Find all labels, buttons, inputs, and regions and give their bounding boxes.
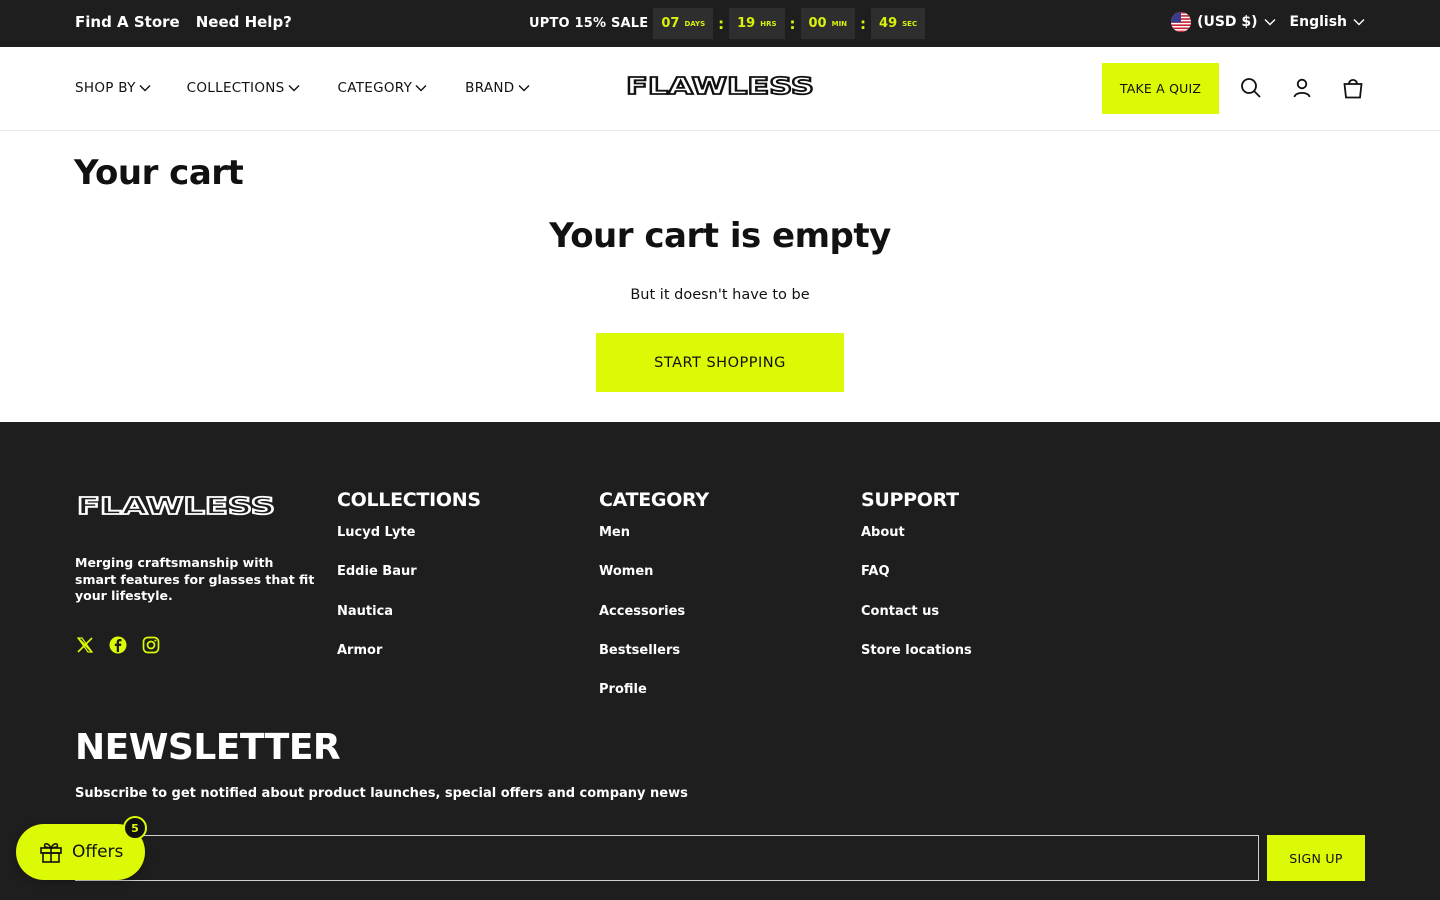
seconds-unit: SEC bbox=[902, 19, 918, 28]
footer-link[interactable]: Armor bbox=[337, 643, 481, 682]
sign-up-button[interactable]: SIGN UP bbox=[1267, 835, 1365, 881]
start-shopping-button[interactable]: START SHOPPING bbox=[596, 333, 844, 392]
footer-link[interactable]: Profile bbox=[599, 682, 709, 721]
sale-label: UPTO 15% SALE bbox=[529, 16, 649, 31]
hours-unit: HRS bbox=[760, 19, 777, 28]
footer-link[interactable]: About bbox=[861, 525, 972, 564]
countdown-seconds: 49 SEC bbox=[871, 8, 926, 39]
footer-link[interactable]: FAQ bbox=[861, 564, 972, 603]
nav-label: SHOP BY bbox=[75, 80, 136, 96]
currency-selector[interactable]: (USD $) bbox=[1171, 12, 1276, 32]
footer-column-title: CATEGORY bbox=[599, 489, 709, 511]
locale-selectors: (USD $) English bbox=[1171, 12, 1365, 32]
days-unit: DAYS bbox=[684, 19, 706, 28]
footer-link[interactable]: Store locations bbox=[861, 643, 972, 682]
chevron-down-icon bbox=[415, 85, 427, 92]
offers-count-badge: 5 bbox=[123, 816, 147, 840]
nav-collections[interactable]: COLLECTIONS bbox=[187, 80, 300, 96]
utility-links: Find A Store Need Help? bbox=[75, 13, 292, 31]
x-icon[interactable] bbox=[75, 635, 95, 655]
countdown-separator: : bbox=[718, 14, 725, 33]
us-flag-icon bbox=[1171, 12, 1192, 32]
footer-column-collections: COLLECTIONS Lucyd Lyte Eddie Baur Nautic… bbox=[337, 489, 481, 682]
sale-countdown: UPTO 15% SALE 07 DAYS : 19 HRS : 00 MIN : 4… bbox=[529, 8, 926, 39]
minutes-value: 00 bbox=[808, 16, 827, 31]
footer-link[interactable]: Accessories bbox=[599, 604, 709, 643]
footer-column-support: SUPPORT About FAQ Contact us Store locat… bbox=[861, 489, 972, 682]
empty-cart-subtitle: But it doesn't have to be bbox=[630, 287, 810, 303]
empty-cart-title: Your cart is empty bbox=[549, 216, 891, 256]
facebook-icon[interactable] bbox=[108, 635, 128, 655]
footer-link[interactable]: Lucyd Lyte bbox=[337, 525, 481, 564]
chevron-down-icon bbox=[288, 85, 300, 92]
chevron-down-icon bbox=[518, 85, 529, 92]
newsletter-title: NEWSLETTER bbox=[75, 727, 341, 768]
gift-icon bbox=[40, 843, 62, 863]
logo-text: FLAWLESS bbox=[626, 74, 814, 99]
nav-label: COLLECTIONS bbox=[186, 80, 285, 96]
footer-column-category: CATEGORY Men Women Accessories Bestselle… bbox=[599, 489, 709, 721]
cart-icon[interactable] bbox=[1341, 76, 1365, 100]
countdown-minutes: 00 MIN bbox=[800, 8, 856, 39]
days-value: 07 bbox=[661, 16, 680, 31]
seconds-value: 49 bbox=[879, 16, 898, 31]
footer-column-title: SUPPORT bbox=[861, 489, 959, 511]
social-links bbox=[75, 635, 161, 655]
nav-brand[interactable]: BRAND bbox=[465, 80, 529, 96]
nav-category[interactable]: CATEGORY bbox=[338, 80, 428, 96]
footer-link[interactable]: Contact us bbox=[861, 604, 972, 643]
instagram-icon[interactable] bbox=[141, 635, 161, 655]
chevron-down-icon bbox=[1353, 19, 1365, 26]
footer-link[interactable]: Women bbox=[599, 564, 709, 603]
countdown-days: 07 DAYS bbox=[653, 8, 714, 39]
footer-logo[interactable]: FLAWLESS bbox=[75, 494, 277, 518]
announcement-bar: Find A Store Need Help? UPTO 15% SALE 07… bbox=[0, 0, 1440, 47]
footer-tagline: Merging craftsmanship with smart feature… bbox=[75, 555, 315, 603]
nav-label: BRAND bbox=[465, 80, 515, 96]
currency-label: (USD $) bbox=[1197, 14, 1258, 30]
language-selector[interactable]: English bbox=[1290, 14, 1365, 30]
hours-value: 19 bbox=[737, 16, 756, 31]
newsletter-subtitle: Subscribe to get notified about product … bbox=[75, 786, 688, 801]
minutes-unit: MIN bbox=[831, 19, 848, 28]
offers-widget[interactable]: Offers 5 bbox=[16, 816, 147, 880]
chevron-down-icon bbox=[139, 85, 151, 92]
search-icon[interactable] bbox=[1239, 76, 1263, 100]
site-footer: FLAWLESS Merging craftsmanship with smar… bbox=[0, 422, 1440, 900]
flawless-logo[interactable]: FLAWLESS bbox=[624, 73, 816, 99]
find-store-link[interactable]: Find A Store bbox=[75, 13, 180, 31]
footer-link[interactable]: Men bbox=[599, 525, 709, 564]
countdown-separator: : bbox=[860, 14, 867, 33]
newsletter-email-input[interactable] bbox=[75, 835, 1259, 881]
countdown-hours: 19 HRS bbox=[729, 8, 785, 39]
language-label: English bbox=[1289, 14, 1347, 30]
site-header: SHOP BY COLLECTIONS CATEGORY BRAND FLAWL… bbox=[0, 47, 1440, 131]
page-title: Your cart bbox=[74, 153, 244, 193]
need-help-link[interactable]: Need Help? bbox=[196, 13, 292, 31]
chevron-down-icon bbox=[1264, 19, 1276, 26]
footer-link[interactable]: Eddie Baur bbox=[337, 564, 481, 603]
main-nav: SHOP BY COLLECTIONS CATEGORY BRAND bbox=[75, 80, 530, 96]
nav-label: CATEGORY bbox=[337, 80, 413, 96]
footer-logo-text: FLAWLESS bbox=[77, 494, 275, 518]
nav-shop-by[interactable]: SHOP BY bbox=[75, 80, 151, 96]
footer-link[interactable]: Nautica bbox=[337, 604, 481, 643]
footer-column-title: COLLECTIONS bbox=[337, 489, 481, 511]
countdown-separator: : bbox=[789, 14, 796, 33]
account-icon[interactable] bbox=[1290, 76, 1314, 100]
offers-label: Offers bbox=[72, 842, 124, 862]
footer-link[interactable]: Bestsellers bbox=[599, 643, 709, 682]
take-quiz-button[interactable]: TAKE A QUIZ bbox=[1102, 63, 1219, 114]
